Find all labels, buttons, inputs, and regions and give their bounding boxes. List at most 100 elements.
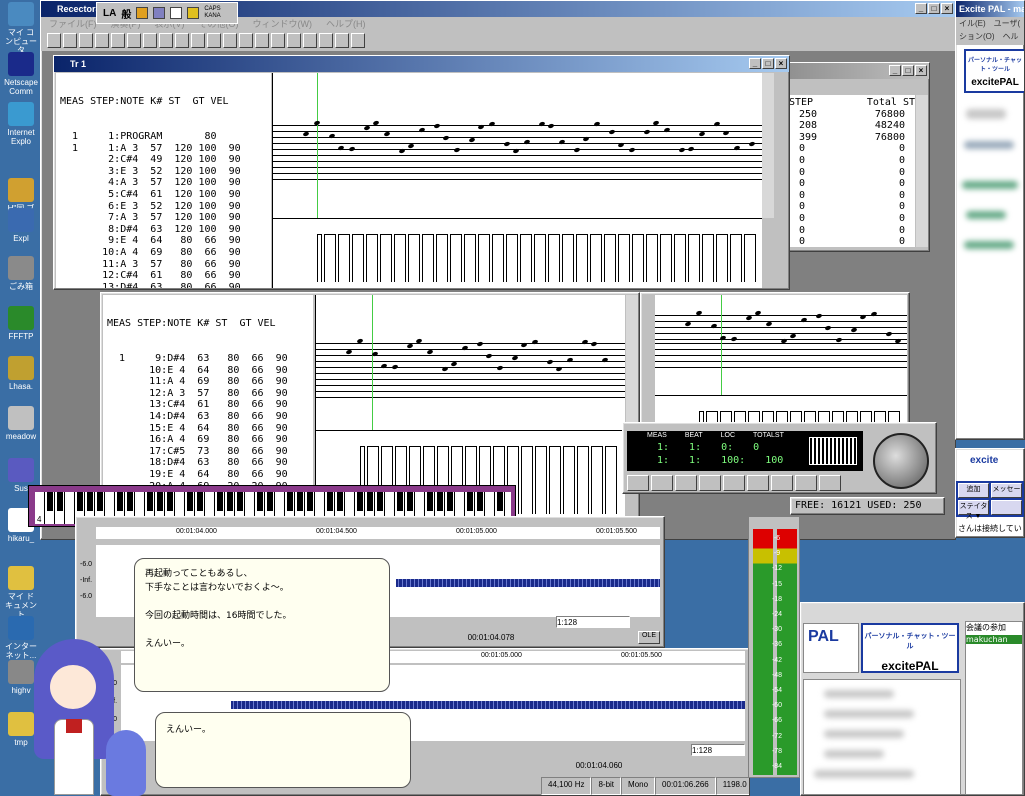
black-key[interactable] [117, 492, 123, 511]
black-key[interactable] [437, 492, 443, 511]
table-row[interactable]: 7:A 3 57 120 100 90 [60, 212, 271, 224]
black-key[interactable] [297, 492, 303, 511]
toolbar-button[interactable] [351, 33, 365, 48]
table-row[interactable]: 15:E 4 64 80 66 90 [107, 423, 313, 435]
desktop-icon[interactable]: Expl [4, 208, 38, 243]
toolbar-button[interactable] [127, 33, 141, 48]
black-key[interactable] [397, 492, 403, 511]
black-key[interactable] [167, 492, 173, 511]
toolbar-button[interactable] [287, 33, 301, 48]
toolbar-button[interactable] [319, 33, 333, 48]
zoom-field[interactable]: 1:128 [691, 744, 745, 756]
table-row[interactable]: 14:D#4 63 80 66 90 [107, 411, 313, 423]
toolbar-button[interactable] [207, 33, 221, 48]
table-row[interactable]: 12:A 3 57 80 66 90 [107, 388, 313, 400]
ime-help-icon[interactable] [187, 7, 200, 19]
table-row[interactable]: 5:C#4 61 120 100 90 [60, 189, 271, 201]
desktop-icon[interactable]: マイ ドキュメント [4, 566, 38, 619]
desktop-icon[interactable]: Lhasa. [4, 356, 38, 391]
desktop-icon[interactable]: Internet Explo [4, 102, 38, 146]
table-row[interactable]: 2:C#4 49 120 100 90 [60, 154, 271, 166]
excite-banner[interactable]: パーソナル・チャット・ツール excitePAL [861, 623, 959, 673]
fast-forward-button[interactable] [675, 475, 697, 491]
black-key[interactable] [467, 492, 473, 511]
summary-scrollbar[interactable] [916, 95, 928, 247]
table-row[interactable]: 1 1:A 3 57 120 100 90 [60, 143, 271, 155]
toolbar-button[interactable] [271, 33, 285, 48]
excite-title-bar[interactable]: Excite PAL - ma [956, 1, 1024, 17]
black-key[interactable] [227, 492, 233, 511]
close-button[interactable]: × [915, 65, 927, 76]
menu-item[interactable]: ウィンドウ(W) [253, 17, 313, 31]
excite-button[interactable] [991, 500, 1022, 515]
pause-button[interactable] [723, 475, 745, 491]
mascot-pet[interactable] [106, 730, 146, 796]
ime-dict-icon[interactable] [170, 7, 183, 19]
ime-mode[interactable]: LA [103, 8, 116, 19]
metronome-button[interactable] [819, 475, 841, 491]
zoom-field[interactable]: 1:128 [556, 616, 630, 628]
play-button[interactable] [627, 475, 649, 491]
toolbar-button[interactable] [63, 33, 77, 48]
desktop-icon[interactable]: ごみ箱 [4, 256, 38, 291]
participant-list[interactable]: 会議の参加 makuchan [965, 621, 1023, 795]
black-key[interactable] [127, 492, 133, 511]
track1-title-bar[interactable]: Tr 1 _ □ × [54, 56, 789, 72]
black-key[interactable] [97, 492, 103, 511]
desktop-icon[interactable]: マイ コンピュータ [4, 2, 38, 55]
rewind-button[interactable] [651, 475, 673, 491]
black-key[interactable] [377, 492, 383, 511]
ime-pad-icon[interactable] [153, 7, 166, 19]
track1-scrollbar[interactable] [762, 73, 774, 218]
toolbar-button[interactable] [143, 33, 157, 48]
table-row[interactable]: 10:E 4 64 80 66 90 [107, 365, 313, 377]
toolbar-button[interactable] [335, 33, 349, 48]
record-button[interactable] [747, 475, 769, 491]
table-row[interactable]: 18:D#4 63 80 66 90 [107, 457, 313, 469]
maximize-button[interactable]: □ [928, 3, 940, 14]
table-row[interactable]: 16:A 4 69 80 66 90 [107, 434, 313, 446]
toolbar-button[interactable] [239, 33, 253, 48]
minimize-button[interactable]: _ [889, 65, 901, 76]
minimize-button[interactable]: _ [749, 58, 761, 69]
black-key[interactable] [337, 492, 343, 511]
menu-item[interactable]: ファイル(F) [49, 17, 97, 31]
track1-event-list[interactable]: MEAS STEP:NOTE K# ST GT VEL 1 1:PROGRAM … [56, 73, 271, 288]
desktop-icon[interactable]: meadow [4, 406, 38, 441]
loop-button[interactable] [771, 475, 793, 491]
track3-score[interactable] [655, 295, 907, 395]
table-row[interactable]: 1 9:D#4 63 80 66 90 [107, 353, 313, 365]
track1-velocity[interactable] [272, 218, 762, 288]
black-key[interactable] [307, 492, 313, 511]
toolbar-button[interactable] [111, 33, 125, 48]
volume-knob[interactable] [873, 433, 929, 489]
table-row[interactable]: 13:C#4 61 80 66 90 [107, 399, 313, 411]
black-key[interactable] [427, 492, 433, 511]
black-key[interactable] [447, 492, 453, 511]
minimize-button[interactable]: _ [915, 3, 927, 14]
toolbar-button[interactable] [303, 33, 317, 48]
black-key[interactable] [497, 492, 503, 511]
black-key[interactable] [47, 492, 53, 511]
black-key[interactable] [367, 492, 373, 511]
excite-button[interactable]: ステイタス ▼ [958, 500, 989, 520]
black-key[interactable] [327, 492, 333, 511]
stop-button[interactable] [699, 475, 721, 491]
toolbar-button[interactable] [175, 33, 189, 48]
track2-score[interactable] [315, 295, 625, 430]
toolbar-button[interactable] [159, 33, 173, 48]
mascot-character[interactable] [28, 635, 118, 796]
close-button[interactable]: × [775, 58, 787, 69]
table-row[interactable]: 11:A 3 57 80 66 90 [60, 259, 271, 271]
ime-tool-icon[interactable] [136, 7, 149, 19]
desktop-icon[interactable]: FFFTP [4, 306, 38, 341]
table-row[interactable]: 11:A 4 69 80 66 90 [107, 376, 313, 388]
excite-button[interactable]: メッセー [991, 483, 1022, 498]
maximize-button[interactable]: □ [902, 65, 914, 76]
black-key[interactable] [77, 492, 83, 511]
black-key[interactable] [157, 492, 163, 511]
toolbar-button[interactable] [191, 33, 205, 48]
table-row[interactable]: 1 1:PROGRAM 80 [60, 131, 271, 143]
menu-item[interactable]: ユーザ( [994, 18, 1021, 31]
maximize-button[interactable]: □ [762, 58, 774, 69]
